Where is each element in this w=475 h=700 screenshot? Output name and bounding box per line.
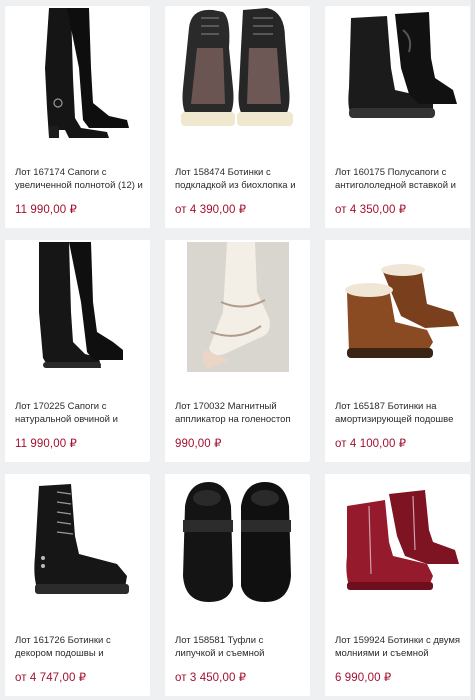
lace-boot-icon[interactable] — [9, 476, 146, 606]
product-title[interactable]: Лот 167174 Сапоги с увеличенной полнотой… — [15, 166, 144, 192]
product-card[interactable]: Лот 170225 Сапоги с натуральной овчиной … — [5, 240, 150, 462]
tall-boot-icon[interactable] — [9, 242, 146, 372]
product-card[interactable]: Лот 159924 Ботинки с двумя молниями и съ… — [325, 474, 470, 696]
product-title[interactable]: Лот 158474 Ботинки с подкладкой из биохл… — [175, 166, 304, 192]
sneaker-boot-icon[interactable] — [169, 8, 306, 138]
product-card[interactable]: Лот 165187 Ботинки на амортизирующей под… — [325, 240, 470, 462]
product-grid: Лот 167174 Сапоги с увеличенной полнотой… — [0, 0, 475, 700]
product-price: 11 990,00 ₽ — [15, 204, 77, 216]
product-price: 6 990,00 ₽ — [335, 672, 392, 684]
winter-halfboot-icon[interactable] — [329, 8, 466, 138]
product-title[interactable]: Лот 165187 Ботинки на амортизирующей под… — [335, 400, 464, 426]
product-price: от 4 350,00 ₽ — [335, 204, 407, 216]
scroll-edge — [471, 0, 475, 700]
product-card[interactable]: Лот 161726 Ботинки с декором подошвы и о… — [5, 474, 150, 696]
strap-shoe-icon[interactable] — [169, 476, 306, 606]
product-card[interactable]: Лот 160175 Полусапоги с антигололедной в… — [325, 6, 470, 228]
product-price: 990,00 ₽ — [175, 438, 222, 450]
zip-boot-icon[interactable] — [329, 476, 466, 606]
product-title[interactable]: Лот 170225 Сапоги с натуральной овчиной … — [15, 400, 144, 426]
product-title[interactable]: Лот 158581 Туфли с липучкой и съемной ст… — [175, 634, 304, 660]
product-price: от 4 100,00 ₽ — [335, 438, 407, 450]
product-price: от 4 747,00 ₽ — [15, 672, 87, 684]
fur-boot-icon[interactable] — [329, 242, 466, 372]
product-card[interactable]: Лот 167174 Сапоги с увеличенной полнотой… — [5, 6, 150, 228]
product-title[interactable]: Лот 170032 Магнитный аппликатор на голен… — [175, 400, 304, 426]
product-title[interactable]: Лот 159924 Ботинки с двумя молниями и съ… — [335, 634, 464, 660]
product-title[interactable]: Лот 160175 Полусапоги с антигололедной в… — [335, 166, 464, 192]
product-title[interactable]: Лот 161726 Ботинки с декором подошвы и — [15, 634, 144, 660]
product-card[interactable]: Лот 158581 Туфли с липучкой и съемной ст… — [165, 474, 310, 696]
product-card[interactable]: Лот 158474 Ботинки с подкладкой из биохл… — [165, 6, 310, 228]
product-price: 11 990,00 ₽ — [15, 438, 77, 450]
ankle-applicator-icon[interactable] — [169, 242, 306, 372]
product-price: от 3 450,00 ₽ — [175, 672, 247, 684]
product-card[interactable]: Лот 170032 Магнитный аппликатор на голен… — [165, 240, 310, 462]
product-price: от 4 390,00 ₽ — [175, 204, 247, 216]
tall-boot-icon[interactable] — [9, 8, 146, 138]
